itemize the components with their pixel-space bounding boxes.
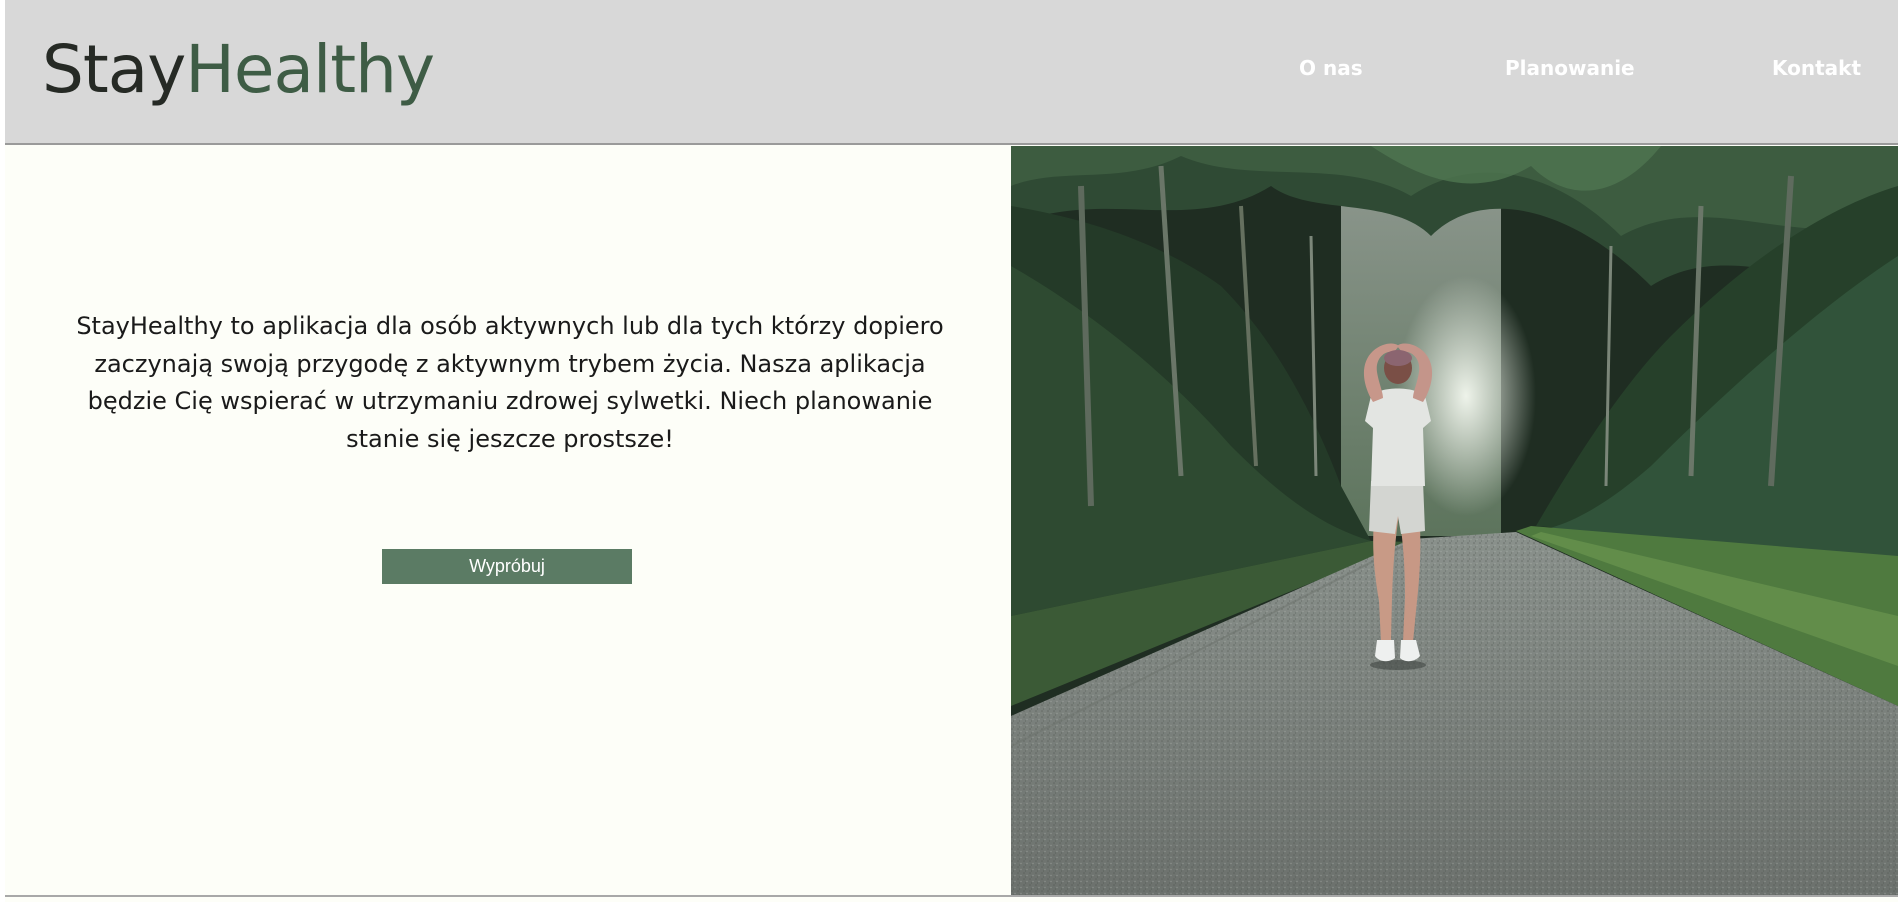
logo-healthy-text: Healthy <box>185 31 435 108</box>
bottom-divider <box>5 895 1898 897</box>
logo-stay-text: Stay <box>42 31 186 108</box>
page: StayHealthy O nas Planowanie Kontakt Sta… <box>5 0 1898 902</box>
navbar: StayHealthy O nas Planowanie Kontakt <box>5 0 1898 145</box>
nav-link-kontakt[interactable]: Kontakt <box>1772 56 1861 80</box>
site-logo[interactable]: StayHealthy <box>42 30 435 110</box>
hero-image <box>1011 146 1898 895</box>
intro-text: StayHealthy to aplikacja dla osób aktywn… <box>76 312 944 453</box>
intro-section: StayHealthy to aplikacja dla osób aktywn… <box>5 146 1011 895</box>
try-button[interactable]: Wypróbuj <box>382 549 632 584</box>
hero-illustration <box>1011 146 1898 895</box>
nav-link-o-nas[interactable]: O nas <box>1299 56 1363 80</box>
nav-link-planowanie[interactable]: Planowanie <box>1505 56 1635 80</box>
